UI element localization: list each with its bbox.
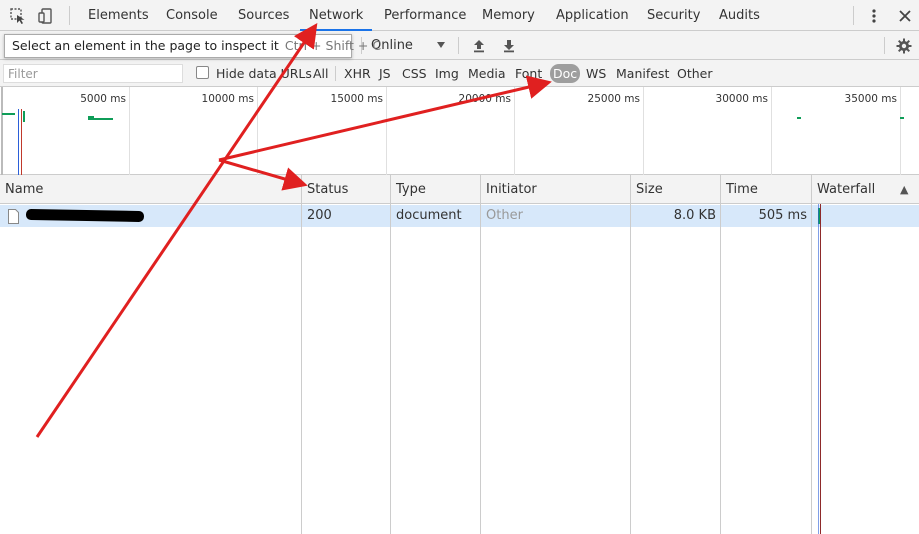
overview-request-bar <box>88 116 94 118</box>
waterfall-dom-line <box>818 204 819 534</box>
tab-sources[interactable]: Sources <box>238 0 289 31</box>
tab-console[interactable]: Console <box>166 0 218 31</box>
overview-request-bar <box>88 118 113 120</box>
hide-data-urls-label: Hide data URLs <box>216 66 312 81</box>
overview-gridline <box>386 87 387 175</box>
overview-gridline <box>257 87 258 175</box>
tooltip-text: Select an element in the page to inspect… <box>12 38 279 53</box>
tab-memory[interactable]: Memory <box>482 0 535 31</box>
filter-type-other[interactable]: Other <box>677 60 713 87</box>
overview-gridline <box>514 87 515 175</box>
column-divider[interactable] <box>301 175 302 534</box>
overview-request-bar <box>2 113 15 115</box>
column-header-size[interactable]: Size <box>631 175 663 204</box>
overview-tick-label: 15000 ms <box>330 93 383 105</box>
close-icon[interactable] <box>895 6 915 26</box>
tab-security[interactable]: Security <box>647 0 700 31</box>
column-header-type[interactable]: Type <box>391 175 426 204</box>
request-status: 200 <box>307 208 332 223</box>
overview-tick-label: 35000 ms <box>844 93 897 105</box>
filter-bar: Hide data URLs <box>0 60 919 87</box>
overview-request-bar <box>797 117 801 119</box>
tab-application[interactable]: Application <box>556 0 629 31</box>
request-time: 505 ms <box>758 208 807 223</box>
filter-type-xhr[interactable]: XHR <box>344 60 371 87</box>
chevron-down-icon[interactable] <box>434 38 448 52</box>
column-header-initiator[interactable]: Initiator <box>481 175 537 204</box>
filter-type-font[interactable]: Font <box>515 60 542 87</box>
tab-divider <box>69 6 70 25</box>
overview-tick-label: 25000 ms <box>587 93 640 105</box>
overview-tick-label: 10000 ms <box>201 93 254 105</box>
filter-type-doc[interactable]: Doc <box>550 64 581 83</box>
overview-gridline <box>129 87 130 175</box>
column-divider[interactable] <box>630 175 631 534</box>
table-row[interactable]: 200 document Other 8.0 KB 505 ms <box>0 205 919 227</box>
request-name-redacted[interactable] <box>25 208 145 223</box>
toolbar-divider <box>458 37 459 54</box>
more-options-icon[interactable] <box>866 6 882 26</box>
filter-type-img[interactable]: Img <box>435 60 459 87</box>
tab-audits[interactable]: Audits <box>719 0 760 31</box>
tooltip-shortcut: Ctrl + Shift + C <box>284 38 382 53</box>
waterfall-load-line <box>820 204 821 534</box>
overview-load-marker <box>21 109 22 175</box>
inspect-element-icon[interactable] <box>8 6 28 26</box>
toolbar-divider <box>884 37 885 54</box>
overview-request-bar <box>23 111 25 122</box>
device-toolbar-icon[interactable] <box>36 6 56 26</box>
column-divider[interactable] <box>720 175 721 534</box>
overview-gridline <box>643 87 644 175</box>
hide-data-urls-checkbox[interactable] <box>196 66 209 79</box>
filter-type-js[interactable]: JS <box>379 60 391 87</box>
filter-type-css[interactable]: CSS <box>402 60 427 87</box>
filter-divider <box>335 66 336 81</box>
column-divider[interactable] <box>811 175 812 534</box>
inspect-tooltip: Select an element in the page to inspect… <box>4 34 381 58</box>
document-file-icon <box>7 208 19 224</box>
overview-dom-marker <box>18 109 19 175</box>
filter-type-ws[interactable]: WS <box>586 60 606 87</box>
overview-gridline <box>900 87 901 175</box>
column-header-waterfall[interactable]: Waterfall <box>812 175 875 204</box>
overview-tick-label: 20000 ms <box>458 93 511 105</box>
filter-type-media[interactable]: Media <box>468 60 506 87</box>
sort-ascending-icon[interactable]: ▲ <box>900 175 908 204</box>
tab-bar: Elements Console Sources Network Perform… <box>0 0 919 31</box>
tab-performance[interactable]: Performance <box>384 0 466 31</box>
request-size: 8.0 KB <box>673 208 716 223</box>
column-divider[interactable] <box>390 175 391 534</box>
requests-table-header: Name Status Type Initiator Size Time Wat… <box>0 175 919 204</box>
filter-type-all[interactable]: All <box>313 60 329 87</box>
overview-tick-label: 5000 ms <box>80 93 126 105</box>
request-type: document <box>396 208 462 223</box>
tab-divider <box>853 6 854 25</box>
overview-gridline <box>771 87 772 175</box>
settings-gear-icon[interactable] <box>894 36 914 56</box>
overview-request-bar <box>900 117 904 119</box>
column-divider[interactable] <box>480 175 481 534</box>
import-har-icon[interactable] <box>470 37 488 55</box>
tab-elements[interactable]: Elements <box>88 0 149 31</box>
column-header-status[interactable]: Status <box>302 175 348 204</box>
filter-input[interactable] <box>3 64 183 83</box>
timeline-overview[interactable]: 5000 ms 10000 ms 15000 ms 20000 ms 25000… <box>0 87 919 175</box>
column-header-name[interactable]: Name <box>0 175 43 204</box>
overview-tick-label: 30000 ms <box>715 93 768 105</box>
request-initiator: Other <box>486 208 523 223</box>
overview-left-edge <box>1 87 3 175</box>
export-har-icon[interactable] <box>500 37 518 55</box>
filter-type-manifest[interactable]: Manifest <box>616 60 669 87</box>
tab-network[interactable]: Network <box>300 0 373 31</box>
column-header-time[interactable]: Time <box>721 175 758 204</box>
